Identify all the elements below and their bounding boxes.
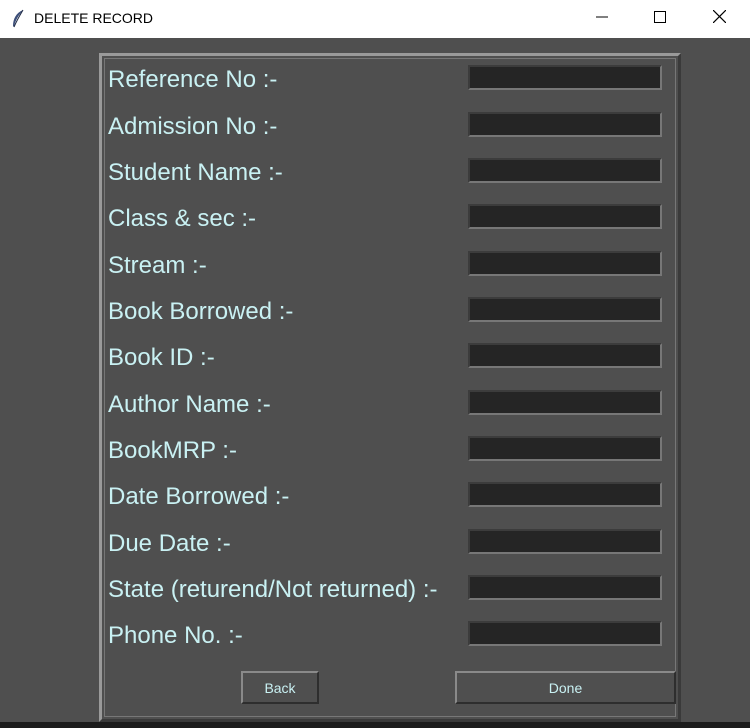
- field-row-phone-no: Phone No. :-: [108, 619, 668, 653]
- back-button[interactable]: Back: [241, 671, 319, 704]
- delete-record-window: DELETE RECORD Reference No :- Admission …: [0, 0, 750, 728]
- field-row-book-borrowed: Book Borrowed :-: [108, 295, 668, 329]
- field-row-book-id: Book ID :-: [108, 341, 668, 375]
- bottom-edge: [0, 722, 750, 728]
- student-name-input[interactable]: [468, 158, 662, 183]
- field-row-class-sec: Class & sec :-: [108, 202, 668, 236]
- feather-icon: [10, 9, 26, 29]
- field-label: Due Date :-: [108, 530, 231, 557]
- field-label: Admission No :-: [108, 113, 278, 140]
- field-label: Stream :-: [108, 252, 207, 279]
- minimize-icon: [596, 10, 608, 28]
- book-id-input[interactable]: [468, 343, 662, 368]
- date-borrowed-input[interactable]: [468, 482, 662, 507]
- field-row-stream: Stream :-: [108, 249, 668, 283]
- book-mrp-input[interactable]: [468, 436, 662, 461]
- field-label: Book ID :-: [108, 344, 215, 371]
- field-row-date-borrowed: Date Borrowed :-: [108, 480, 668, 514]
- close-button[interactable]: [690, 0, 748, 38]
- field-label: State (returend/Not returned) :-: [108, 576, 438, 603]
- author-name-input[interactable]: [468, 390, 662, 415]
- title-bar: DELETE RECORD: [0, 0, 750, 38]
- field-label: BookMRP :-: [108, 437, 237, 464]
- admission-no-input[interactable]: [468, 112, 662, 137]
- field-label: Student Name :-: [108, 159, 283, 186]
- field-row-author-name: Author Name :-: [108, 388, 668, 422]
- close-icon: [712, 9, 726, 28]
- stream-input[interactable]: [468, 251, 662, 276]
- done-button[interactable]: Done: [455, 671, 676, 704]
- maximize-button[interactable]: [631, 0, 689, 38]
- book-borrowed-input[interactable]: [468, 297, 662, 322]
- field-row-due-date: Due Date :-: [108, 527, 668, 561]
- state-input[interactable]: [468, 575, 662, 600]
- field-row-student-name: Student Name :-: [108, 156, 668, 190]
- window-title: DELETE RECORD: [34, 10, 154, 26]
- field-label: Book Borrowed :-: [108, 298, 294, 325]
- due-date-input[interactable]: [468, 529, 662, 554]
- maximize-icon: [654, 10, 666, 28]
- field-label: Date Borrowed :-: [108, 483, 290, 510]
- field-row-admission-no: Admission No :-: [108, 110, 668, 144]
- field-label: Author Name :-: [108, 391, 271, 418]
- field-row-book-mrp: BookMRP :-: [108, 434, 668, 468]
- class-sec-input[interactable]: [468, 204, 662, 229]
- minimize-button[interactable]: [573, 0, 631, 38]
- field-row-state: State (returend/Not returned) :-: [108, 573, 668, 607]
- reference-no-input[interactable]: [468, 65, 662, 90]
- field-label: Reference No :-: [108, 66, 278, 93]
- field-label: Phone No. :-: [108, 622, 243, 649]
- field-label: Class & sec :-: [108, 205, 257, 232]
- phone-no-input[interactable]: [468, 621, 662, 646]
- field-row-reference-no: Reference No :-: [108, 63, 668, 97]
